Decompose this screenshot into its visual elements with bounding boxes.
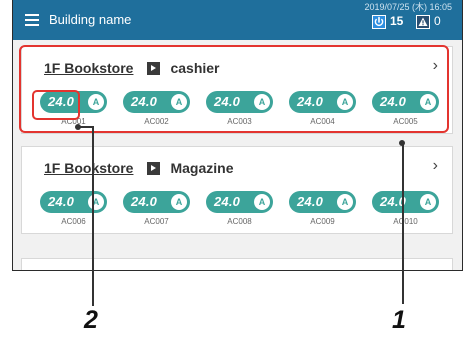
- unit-status-pill[interactable]: 24.0 A: [372, 191, 439, 213]
- power-icon[interactable]: [372, 15, 386, 29]
- group-card-magazine[interactable]: 1F Bookstore Magazine › 24.0 A AC006 24.…: [21, 146, 453, 234]
- callout-frame-unit: [32, 90, 80, 120]
- auto-mode-icon: A: [420, 194, 436, 210]
- app-screen: Building name 2019/07/25 (木) 16:05 15 0 …: [12, 0, 463, 271]
- callout-number-1: 1: [392, 306, 406, 334]
- app-title: Building name: [49, 12, 132, 27]
- triangle-right-icon: [147, 161, 161, 175]
- unit-temperature: 24.0: [48, 194, 75, 209]
- callout-leader-dot: [399, 140, 405, 146]
- unit-temperature: 24.0: [131, 194, 158, 209]
- unit-status-pill[interactable]: 24.0 A: [123, 191, 190, 213]
- auto-mode-icon: A: [88, 194, 104, 210]
- unit-name: AC007: [144, 217, 169, 226]
- unit-ac008[interactable]: 24.0 A AC008: [206, 191, 276, 231]
- group-header: 1F Bookstore Magazine: [44, 159, 233, 177]
- unit-name: AC010: [393, 217, 418, 226]
- unit-status-pill[interactable]: 24.0 A: [289, 191, 356, 213]
- chevron-right-icon[interactable]: ›: [433, 157, 438, 175]
- group-card-partial[interactable]: [21, 258, 453, 270]
- unit-name: AC008: [227, 217, 252, 226]
- auto-mode-icon: A: [171, 194, 187, 210]
- top-bar: Building name 2019/07/25 (木) 16:05 15 0: [13, 0, 462, 40]
- callout-leader-dot: [75, 124, 81, 130]
- callout-leader-line: [402, 142, 404, 304]
- auto-mode-icon: A: [254, 194, 270, 210]
- unit-list: 24.0 A AC006 24.0 A AC007 24.0 A AC008 2…: [40, 191, 450, 231]
- callout-leader-line: [92, 126, 94, 306]
- alarm-count: 0: [434, 14, 441, 28]
- auto-mode-icon: A: [337, 194, 353, 210]
- datetime-display: 2019/07/25 (木) 16:05: [364, 2, 452, 12]
- unit-ac007[interactable]: 24.0 A AC007: [123, 191, 193, 231]
- alarm-icon[interactable]: [416, 15, 430, 29]
- unit-name: AC009: [310, 217, 335, 226]
- group-name: Magazine: [170, 160, 234, 176]
- callout-frame-group: [19, 45, 449, 133]
- unit-status-pill[interactable]: 24.0 A: [206, 191, 273, 213]
- unit-ac010[interactable]: 24.0 A AC010: [372, 191, 442, 231]
- running-count: 15: [390, 14, 404, 28]
- unit-name: AC006: [61, 217, 86, 226]
- callout-number-2: 2: [84, 306, 98, 334]
- unit-status-pill[interactable]: 24.0 A: [40, 191, 107, 213]
- unit-temperature: 24.0: [214, 194, 241, 209]
- unit-ac006[interactable]: 24.0 A AC006: [40, 191, 110, 231]
- unit-ac009[interactable]: 24.0 A AC009: [289, 191, 359, 231]
- unit-temperature: 24.0: [297, 194, 324, 209]
- group-location-link[interactable]: 1F Bookstore: [44, 160, 133, 176]
- hamburger-menu-icon[interactable]: [25, 14, 39, 26]
